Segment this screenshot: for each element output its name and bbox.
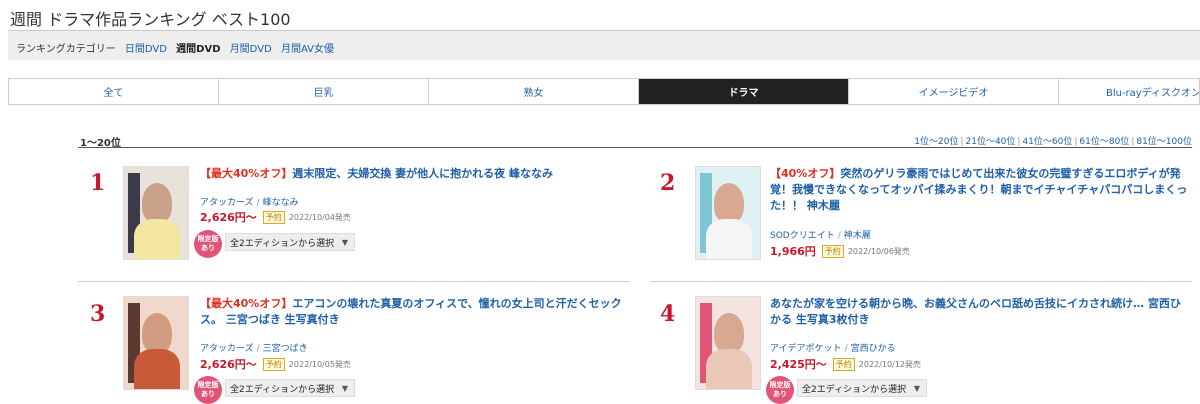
pager-link-1-20[interactable]: 1位〜20位 bbox=[914, 137, 958, 147]
price: 2,626円〜 bbox=[200, 211, 257, 224]
ranking-category-bar: ランキングカテゴリー 日間DVD 週間DVD 月間DVD 月間AV女優 bbox=[8, 30, 1200, 60]
release-date: 2022/10/06発売 bbox=[847, 246, 910, 256]
item-title[interactable]: 【最大40%オフ】週末限定、夫婦交換 妻が他人に抱かれる夜 峰ななみ bbox=[200, 166, 630, 182]
caret-down-icon: ▼ bbox=[341, 384, 348, 393]
maker-link[interactable]: アタッカーズ bbox=[200, 198, 254, 208]
tab-all[interactable]: 全て bbox=[9, 79, 219, 104]
genre-tabs: 全て 巨乳 熟女 ドラマ イメージビデオ Blu-rayディスクオンデマ bbox=[8, 78, 1200, 105]
row-divider bbox=[78, 281, 630, 282]
edition-select[interactable]: 全2エディションから選択 ▼ bbox=[225, 233, 355, 251]
cover-image[interactable] bbox=[695, 166, 761, 260]
row-divider bbox=[650, 281, 1192, 282]
edition-select[interactable]: 全2エディションから選択 ▼ bbox=[225, 379, 355, 397]
reserve-badge: 予約 bbox=[821, 244, 844, 258]
category-weekly-dvd: 週間DVD bbox=[176, 44, 221, 55]
maker-link[interactable]: SODクリエイト bbox=[770, 231, 835, 241]
price-line: 2,425円〜 予約 2022/10/12発売 bbox=[770, 356, 921, 372]
release-date: 2022/10/12発売 bbox=[858, 359, 921, 369]
pager-link-81-100[interactable]: 81位〜100位 bbox=[1136, 137, 1192, 147]
current-range-label: 1〜20位 bbox=[80, 138, 121, 149]
item-title[interactable]: 【最大40%オフ】エアコンの壊れた真夏のオフィスで、憧れの女上司と汗だくセックス… bbox=[200, 296, 630, 328]
actress-link[interactable]: 三宮つばき bbox=[263, 344, 308, 354]
maker-link[interactable]: アイデアポケット bbox=[770, 344, 842, 354]
edition-select[interactable]: 全2エディションから選択 ▼ bbox=[797, 379, 927, 397]
caret-down-icon: ▼ bbox=[341, 238, 348, 247]
actress-link[interactable]: 宮西ひかる bbox=[851, 344, 896, 354]
reserve-badge: 予約 bbox=[832, 357, 855, 371]
maker-line: アタッカーズ / 峰ななみ bbox=[200, 198, 299, 208]
page-title: 週間 ドラマ作品ランキング ベスト100 bbox=[10, 10, 291, 29]
maker-line: SODクリエイト / 神木麗 bbox=[770, 231, 871, 241]
maker-line: アタッカーズ / 三宮つばき bbox=[200, 344, 308, 354]
pager-link-41-60[interactable]: 41位〜60位 bbox=[1022, 137, 1072, 147]
edition-select-label: 全2エディションから選択 bbox=[802, 384, 907, 395]
reserve-badge: 予約 bbox=[262, 210, 285, 224]
rank-number: 2 bbox=[660, 170, 676, 196]
tab-mature[interactable]: 熟女 bbox=[429, 79, 639, 104]
title-text: 週末限定、夫婦交換 妻が他人に抱かれる夜 峰ななみ bbox=[292, 167, 554, 180]
cover-image[interactable] bbox=[123, 296, 189, 390]
limited-edition-badge: 限定版 あり bbox=[766, 376, 794, 404]
tab-big-breasts[interactable]: 巨乳 bbox=[219, 79, 429, 104]
category-label: ランキングカテゴリー bbox=[16, 44, 116, 55]
price-line: 2,626円〜 予約 2022/10/05発売 bbox=[200, 356, 351, 372]
limited-edition-badge: 限定版 あり bbox=[194, 230, 222, 258]
tab-bluray-ondemand[interactable]: Blu-rayディスクオンデマ bbox=[1059, 79, 1199, 104]
actress-link[interactable]: 神木麗 bbox=[844, 231, 871, 241]
tab-image-video[interactable]: イメージビデオ bbox=[849, 79, 1059, 104]
rank-number: 4 bbox=[660, 301, 676, 327]
price: 1,966円 bbox=[770, 245, 816, 258]
limited-edition-badge: 限定版 あり bbox=[194, 376, 222, 404]
promo-label: 【40%オフ】 bbox=[770, 167, 841, 180]
price: 2,626円〜 bbox=[200, 358, 257, 371]
caret-down-icon: ▼ bbox=[913, 384, 920, 393]
maker-line: アイデアポケット / 宮西ひかる bbox=[770, 344, 896, 354]
cover-image[interactable] bbox=[695, 296, 761, 390]
rank-number: 3 bbox=[90, 301, 106, 327]
cover-image[interactable] bbox=[123, 166, 189, 260]
price-line: 2,626円〜 予約 2022/10/04発売 bbox=[200, 209, 351, 225]
promo-label: 【最大40%オフ】 bbox=[200, 167, 293, 180]
pager-link-61-80[interactable]: 61位〜80位 bbox=[1079, 137, 1129, 147]
price-line: 1,966円 予約 2022/10/06発売 bbox=[770, 243, 910, 259]
rank-range-bar: 1〜20位 1位〜20位 | 21位〜40位 | 41位〜60位 | 61位〜80位 | 81位… bbox=[78, 133, 1192, 149]
category-daily-dvd[interactable]: 日間DVD bbox=[125, 44, 167, 55]
actress-link[interactable]: 峰ななみ bbox=[263, 198, 299, 208]
tab-drama[interactable]: ドラマ bbox=[639, 79, 849, 104]
release-date: 2022/10/04発売 bbox=[288, 212, 351, 222]
category-monthly-actress[interactable]: 月間AV女優 bbox=[281, 44, 334, 55]
maker-link[interactable]: アタッカーズ bbox=[200, 344, 254, 354]
release-date: 2022/10/05発売 bbox=[288, 359, 351, 369]
pager-link-21-40[interactable]: 21位〜40位 bbox=[966, 137, 1016, 147]
item-title[interactable]: あなたが家を空ける朝から晩、お義父さんのベロ舐め舌技にイカされ続け… 宮西ひかる… bbox=[770, 296, 1190, 328]
category-monthly-dvd[interactable]: 月間DVD bbox=[230, 44, 272, 55]
rank-number: 1 bbox=[90, 170, 106, 196]
edition-select-label: 全2エディションから選択 bbox=[230, 384, 335, 395]
reserve-badge: 予約 bbox=[262, 357, 285, 371]
price: 2,425円〜 bbox=[770, 358, 827, 371]
rank-pager: 1位〜20位 | 21位〜40位 | 41位〜60位 | 61位〜80位 | 81位〜100位 bbox=[914, 137, 1192, 147]
promo-label: 【最大40%オフ】 bbox=[200, 297, 293, 310]
item-title[interactable]: 【40%オフ】突然のゲリラ豪雨ではじめて出来た彼女の完璧すぎるエロボディが発覚！… bbox=[770, 166, 1190, 214]
edition-select-label: 全2エディションから選択 bbox=[230, 238, 335, 249]
title-text: あなたが家を空ける朝から晩、お義父さんのベロ舐め舌技にイカされ続け… 宮西ひかる… bbox=[770, 297, 1181, 326]
